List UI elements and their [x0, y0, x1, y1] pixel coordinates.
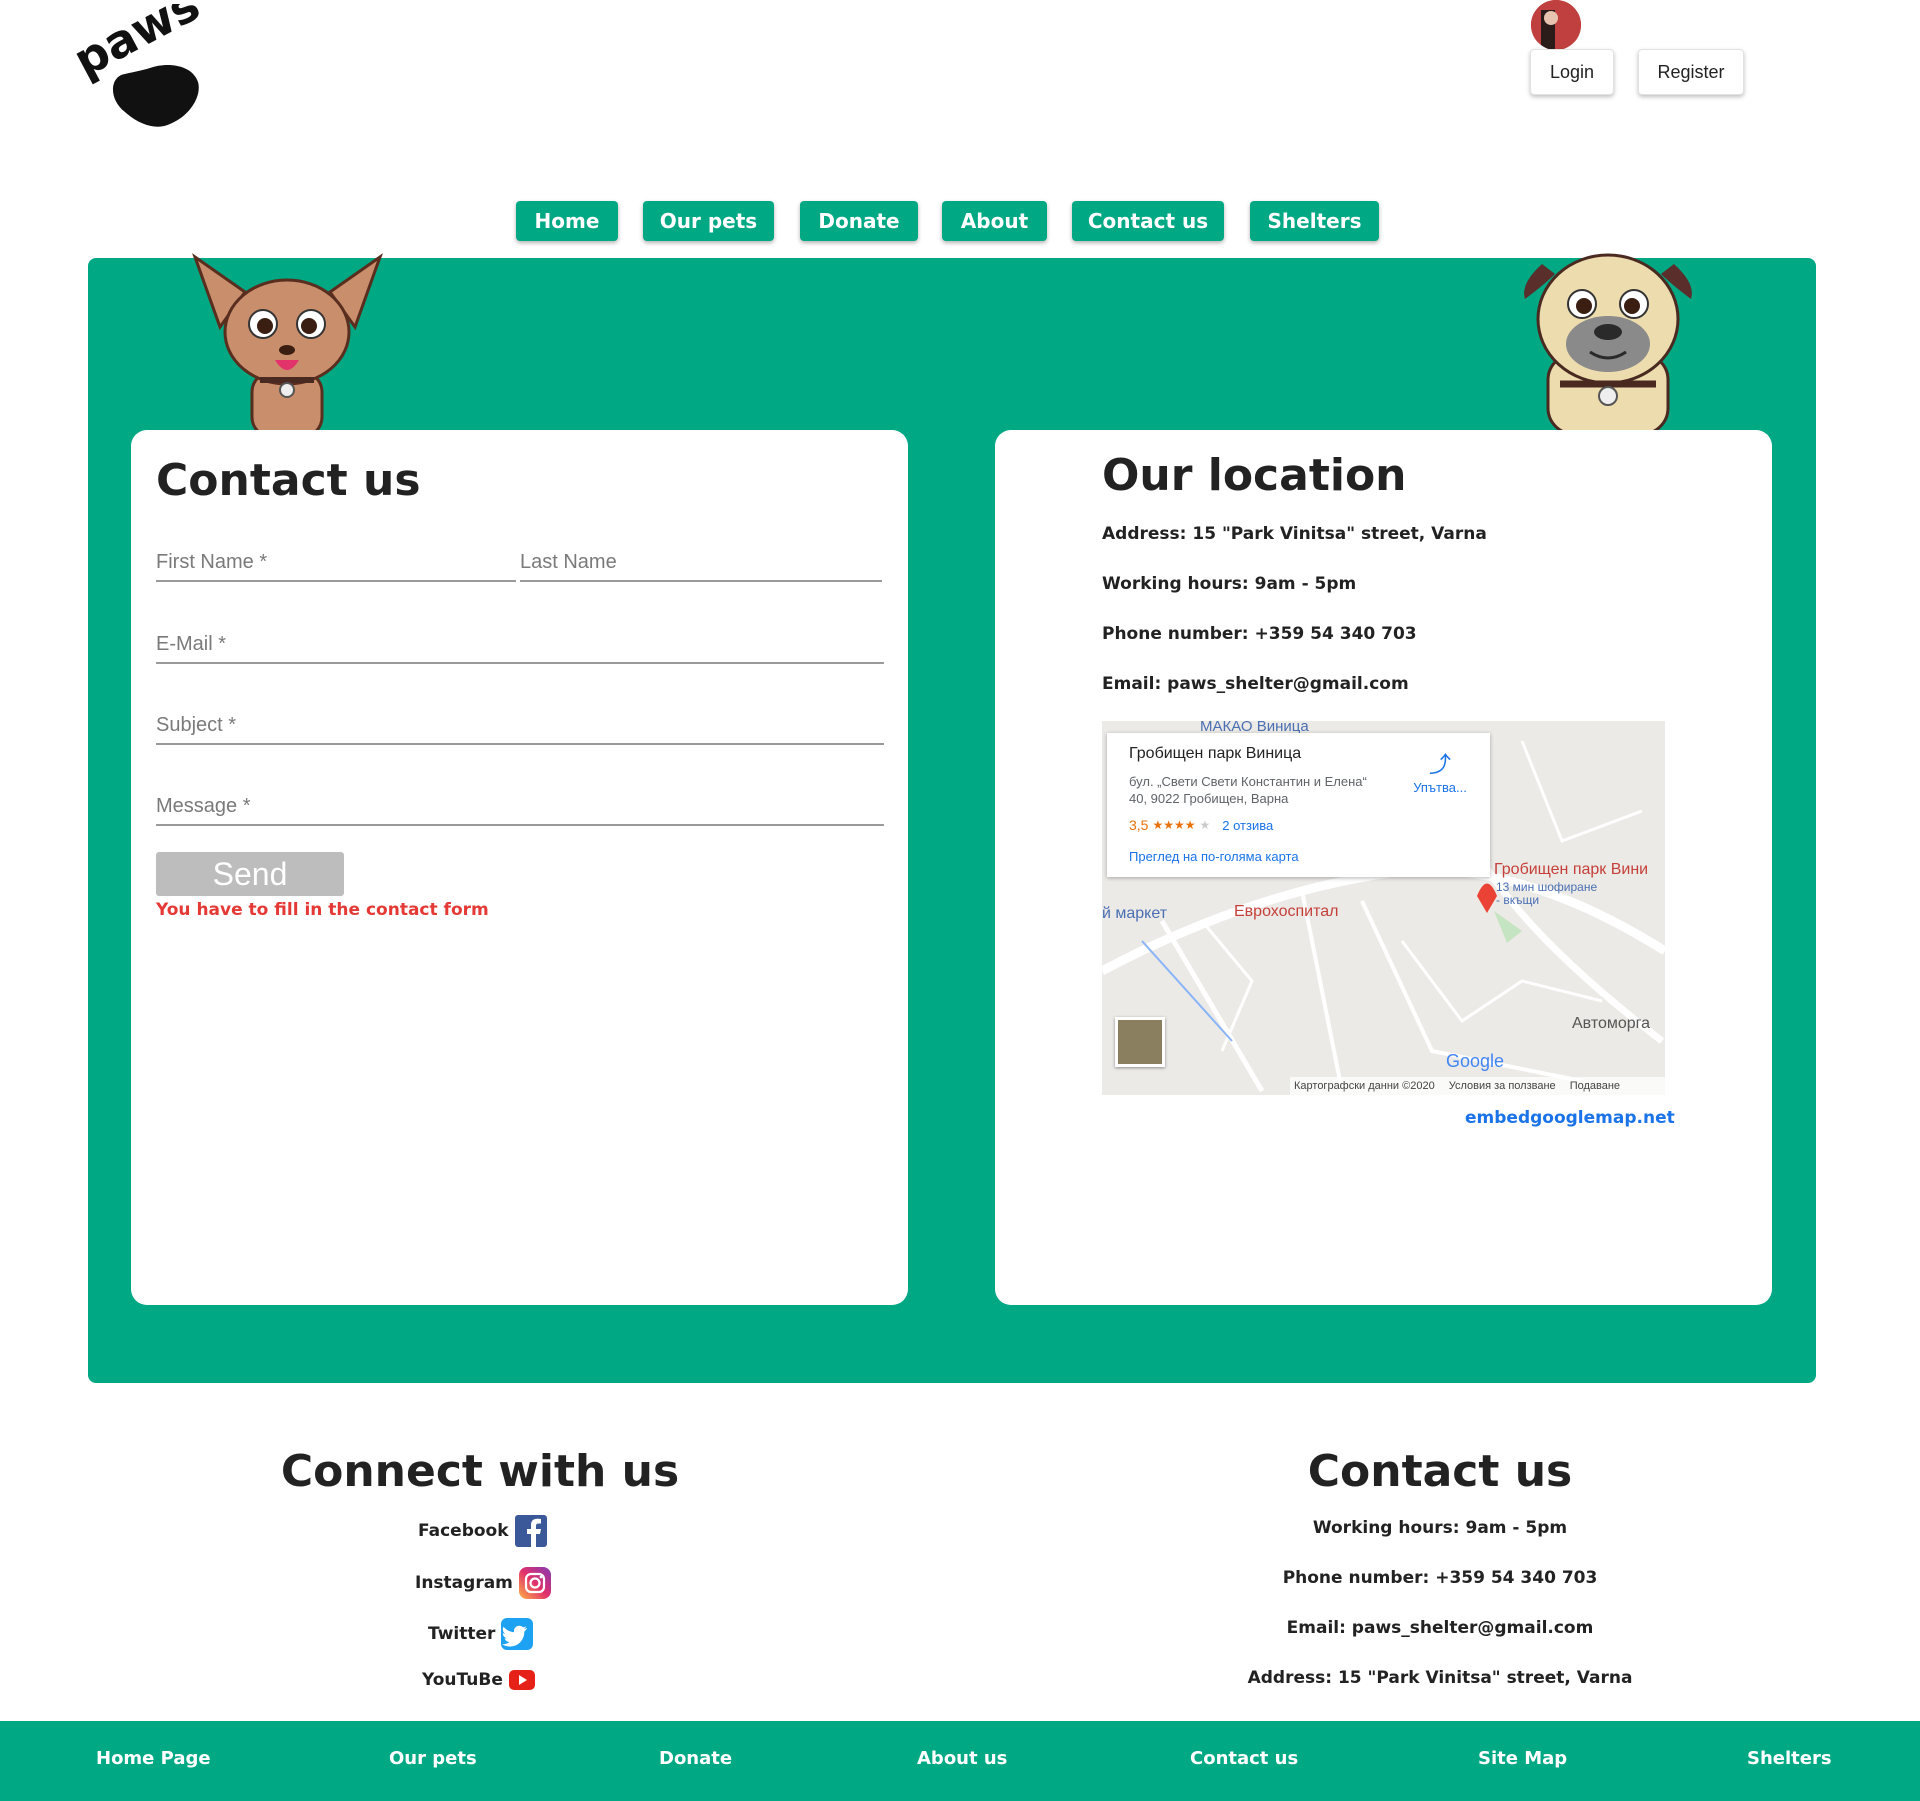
rating-star-empty-icon: ★: [1199, 818, 1211, 832]
youtube-link[interactable]: YouTuBe: [422, 1670, 535, 1690]
embedded-map[interactable]: МАКАО Виница й маркет Еврохоспитал Гроби…: [1102, 721, 1665, 1095]
login-button[interactable]: Login: [1530, 49, 1614, 95]
footer-contact-title: Contact us: [1307, 1446, 1573, 1497]
footer-link-our-pets[interactable]: Our pets: [389, 1748, 477, 1769]
map-label-pin: Гробищен парк Вини: [1494, 861, 1649, 878]
youtube-icon: [508, 1670, 535, 1690]
first-name-placeholder: First Name *: [156, 551, 268, 573]
directions-label: Упътва...: [1413, 780, 1467, 795]
nav-shelters[interactable]: Shelters: [1250, 201, 1379, 241]
nav-home[interactable]: Home: [516, 201, 618, 241]
nav-contact-us[interactable]: Contact us: [1072, 201, 1224, 241]
footer-link-donate[interactable]: Donate: [659, 1748, 732, 1769]
larger-map-link[interactable]: Преглед на по-голяма карта: [1129, 849, 1299, 864]
footer-email: Email: paws_shelter@gmail.com: [1286, 1618, 1594, 1638]
email-field[interactable]: E-Mail *: [156, 620, 884, 664]
instagram-link[interactable]: Instagram: [415, 1567, 551, 1599]
google-logo: Google: [1446, 1051, 1505, 1071]
twitter-label: Twitter: [428, 1624, 496, 1644]
rating-stars-icon: ★★★★: [1152, 818, 1196, 832]
twitter-icon: [501, 1618, 534, 1650]
connect-title: Connect with us: [280, 1446, 680, 1497]
footer-link-shelters[interactable]: Shelters: [1747, 1748, 1832, 1769]
register-button[interactable]: Register: [1638, 49, 1744, 95]
contact-form-title: Contact us: [156, 455, 421, 506]
map-label-drive: 13 мин шофиране: [1496, 880, 1598, 894]
map-data-credit: Картографски данни ©2020: [1294, 1080, 1435, 1092]
facebook-label: Facebook: [418, 1521, 509, 1541]
instagram-label: Instagram: [415, 1573, 513, 1593]
map-report-link[interactable]: Подаване: [1570, 1080, 1620, 1092]
footer-link-site-map[interactable]: Site Map: [1478, 1748, 1567, 1769]
location-hours: Working hours: 9am - 5pm: [1102, 574, 1357, 594]
facebook-icon: [514, 1515, 547, 1547]
embedgooglemap-link[interactable]: embedgooglemap.net: [1465, 1108, 1675, 1128]
footer-link-contact-us[interactable]: Contact us: [1190, 1748, 1298, 1769]
place-rating: 3,5: [1129, 817, 1149, 833]
map-label-home: - вкъщи: [1496, 893, 1540, 907]
directions-icon: ⤴: [1428, 752, 1451, 777]
place-info-card: Гробищен парк Виница бул. „Свети Свети К…: [1107, 733, 1490, 877]
place-name: Гробищен парк Виница: [1129, 745, 1302, 762]
form-error-message: You have to fill in the contact form: [156, 900, 489, 920]
location-email: Email: paws_shelter@gmail.com: [1102, 674, 1409, 694]
facebook-link[interactable]: Facebook: [418, 1515, 547, 1547]
instagram-icon: [518, 1567, 551, 1599]
map-label-market: й маркет: [1102, 905, 1168, 922]
satellite-toggle[interactable]: [1115, 1017, 1165, 1067]
map-label-automorga: Автоморга: [1572, 1015, 1651, 1032]
map-label-hospital: Еврохоспитал: [1234, 903, 1339, 920]
pug-illustration: [1520, 244, 1696, 436]
chihuahua-illustration: [190, 252, 385, 439]
footer-hours: Working hours: 9am - 5pm: [1312, 1518, 1568, 1538]
send-button[interactable]: Send: [156, 852, 344, 896]
subject-field[interactable]: Subject *: [156, 701, 884, 745]
twitter-link[interactable]: Twitter: [428, 1618, 534, 1650]
message-field[interactable]: Message *: [156, 782, 884, 826]
location-phone: Phone number: +359 54 340 703: [1102, 624, 1417, 644]
directions-button[interactable]: ⤴ Упътва...: [1405, 747, 1475, 797]
nav-our-pets[interactable]: Our pets: [643, 201, 774, 241]
first-name-field[interactable]: First Name *: [156, 538, 516, 582]
place-address: бул. „Свети Свети Константин и Елена“ 40…: [1129, 774, 1367, 806]
nav-donate[interactable]: Donate: [800, 201, 918, 241]
location-address: Address: 15 "Park Vinitsa" street, Varna: [1102, 524, 1487, 544]
last-name-placeholder: Last Name: [520, 551, 617, 573]
last-name-field[interactable]: Last Name: [520, 538, 882, 582]
avatar[interactable]: [1531, 0, 1581, 50]
message-placeholder: Message *: [156, 795, 251, 817]
footer-address: Address: 15 "Park Vinitsa" street, Varna: [1247, 1668, 1633, 1688]
footer-link-about-us[interactable]: About us: [917, 1748, 1007, 1769]
subject-placeholder: Subject *: [156, 714, 237, 736]
footer-phone: Phone number: +359 54 340 703: [1282, 1568, 1598, 1588]
paws-logo[interactable]: paws: [65, 0, 208, 132]
place-reviews-link[interactable]: 2 отзива: [1222, 818, 1273, 833]
footer-link-home-page[interactable]: Home Page: [96, 1748, 211, 1769]
youtube-label: YouTuBe: [422, 1670, 503, 1690]
map-terms-link[interactable]: Условия за ползване: [1449, 1080, 1556, 1092]
email-placeholder: E-Mail *: [156, 633, 227, 655]
nav-about[interactable]: About: [942, 201, 1047, 241]
location-title: Our location: [1102, 450, 1407, 501]
